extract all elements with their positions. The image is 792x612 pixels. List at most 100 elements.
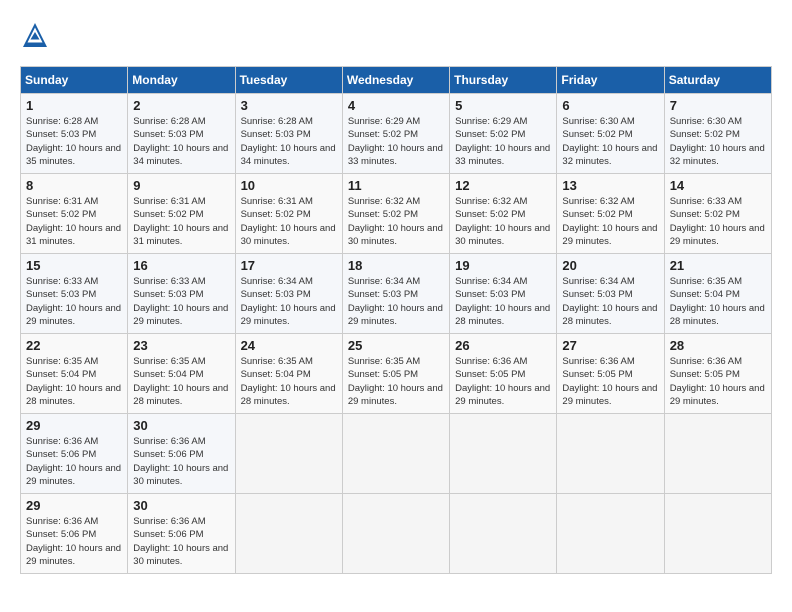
calendar-cell-1-4: 12 Sunrise: 6:32 AMSunset: 5:02 PMDayligh… xyxy=(450,174,557,254)
day-info: Sunrise: 6:35 AMSunset: 5:04 PMDaylight:… xyxy=(133,355,229,408)
day-info: Sunrise: 6:31 AMSunset: 5:02 PMDaylight:… xyxy=(241,195,337,248)
day-info: Sunrise: 6:28 AMSunset: 5:03 PMDaylight:… xyxy=(26,115,122,168)
day-info: Sunrise: 6:32 AMSunset: 5:02 PMDaylight:… xyxy=(455,195,551,248)
calendar-cell-5-0: 29 Sunrise: 6:36 AMSunset: 5:06 PMDayligh… xyxy=(21,494,128,574)
calendar-cell-3-5: 27 Sunrise: 6:36 AMSunset: 5:05 PMDayligh… xyxy=(557,334,664,414)
day-number: 17 xyxy=(241,258,337,273)
calendar-row-0: 1 Sunrise: 6:28 AMSunset: 5:03 PMDaylight… xyxy=(21,94,772,174)
day-number: 2 xyxy=(133,98,229,113)
calendar-cell-1-1: 9Sunrise: 6:31 AMSunset: 5:02 PMDaylight… xyxy=(128,174,235,254)
day-number: 24 xyxy=(241,338,337,353)
day-number: 16 xyxy=(133,258,229,273)
calendar-row-5: 29 Sunrise: 6:36 AMSunset: 5:06 PMDayligh… xyxy=(21,494,772,574)
day-info: Sunrise: 6:36 AMSunset: 5:06 PMDaylight:… xyxy=(133,515,229,568)
day-info: Sunrise: 6:34 AMSunset: 5:03 PMDaylight:… xyxy=(241,275,337,328)
calendar-cell-3-4: 26 Sunrise: 6:36 AMSunset: 5:05 PMDayligh… xyxy=(450,334,557,414)
day-number: 19 xyxy=(455,258,551,273)
calendar-cell-2-1: 16 Sunrise: 6:33 AMSunset: 5:03 PMDayligh… xyxy=(128,254,235,334)
col-header-sunday: Sunday xyxy=(21,67,128,94)
calendar-cell-0-5: 6Sunrise: 6:30 AMSunset: 5:02 PMDaylight… xyxy=(557,94,664,174)
calendar-row-1: 8Sunrise: 6:31 AMSunset: 5:02 PMDaylight… xyxy=(21,174,772,254)
calendar-cell-0-6: 7 Sunrise: 6:30 AMSunset: 5:02 PMDaylight… xyxy=(664,94,771,174)
calendar-cell-3-3: 25 Sunrise: 6:35 AMSunset: 5:05 PMDayligh… xyxy=(342,334,449,414)
calendar-cell-5-1: 30 Sunrise: 6:36 AMSunset: 5:06 PMDayligh… xyxy=(128,494,235,574)
day-number: 26 xyxy=(455,338,551,353)
day-number: 15 xyxy=(26,258,122,273)
calendar-cell-1-2: 10 Sunrise: 6:31 AMSunset: 5:02 PMDayligh… xyxy=(235,174,342,254)
col-header-thursday: Thursday xyxy=(450,67,557,94)
day-number: 30 xyxy=(133,498,229,513)
day-number: 29 xyxy=(26,498,122,513)
calendar-cell-2-0: 15 Sunrise: 6:33 AMSunset: 5:03 PMDayligh… xyxy=(21,254,128,334)
calendar-cell-5-6 xyxy=(664,494,771,574)
day-info: Sunrise: 6:30 AMSunset: 5:02 PMDaylight:… xyxy=(670,115,766,168)
day-info: Sunrise: 6:35 AMSunset: 5:04 PMDaylight:… xyxy=(670,275,766,328)
day-number: 28 xyxy=(670,338,766,353)
calendar-cell-5-3 xyxy=(342,494,449,574)
logo-icon xyxy=(20,20,50,50)
day-info: Sunrise: 6:31 AMSunset: 5:02 PMDaylight:… xyxy=(26,195,122,248)
calendar-cell-4-0: 29 Sunrise: 6:36 AMSunset: 5:06 PMDayligh… xyxy=(21,414,128,494)
calendar-cell-0-0: 1 Sunrise: 6:28 AMSunset: 5:03 PMDaylight… xyxy=(21,94,128,174)
day-number: 11 xyxy=(348,178,444,193)
day-info: Sunrise: 6:35 AMSunset: 5:05 PMDaylight:… xyxy=(348,355,444,408)
day-info: Sunrise: 6:35 AMSunset: 5:04 PMDaylight:… xyxy=(26,355,122,408)
day-number: 21 xyxy=(670,258,766,273)
day-number: 23 xyxy=(133,338,229,353)
day-info: Sunrise: 6:32 AMSunset: 5:02 PMDaylight:… xyxy=(348,195,444,248)
calendar-cell-5-4 xyxy=(450,494,557,574)
day-number: 4 xyxy=(348,98,444,113)
calendar-cell-5-2 xyxy=(235,494,342,574)
calendar-table: SundayMondayTuesdayWednesdayThursdayFrid… xyxy=(20,66,772,574)
day-info: Sunrise: 6:36 AMSunset: 5:05 PMDaylight:… xyxy=(455,355,551,408)
calendar-cell-4-6 xyxy=(664,414,771,494)
day-number: 7 xyxy=(670,98,766,113)
day-info: Sunrise: 6:28 AMSunset: 5:03 PMDaylight:… xyxy=(133,115,229,168)
calendar-cell-0-4: 5 Sunrise: 6:29 AMSunset: 5:02 PMDaylight… xyxy=(450,94,557,174)
day-info: Sunrise: 6:36 AMSunset: 5:06 PMDaylight:… xyxy=(26,515,122,568)
col-header-tuesday: Tuesday xyxy=(235,67,342,94)
day-number: 25 xyxy=(348,338,444,353)
day-number: 13 xyxy=(562,178,658,193)
day-number: 5 xyxy=(455,98,551,113)
logo xyxy=(20,20,54,50)
day-info: Sunrise: 6:36 AMSunset: 5:06 PMDaylight:… xyxy=(26,435,122,488)
day-info: Sunrise: 6:29 AMSunset: 5:02 PMDaylight:… xyxy=(348,115,444,168)
day-number: 22 xyxy=(26,338,122,353)
day-info: Sunrise: 6:33 AMSunset: 5:03 PMDaylight:… xyxy=(26,275,122,328)
day-number: 10 xyxy=(241,178,337,193)
day-number: 1 xyxy=(26,98,122,113)
day-number: 30 xyxy=(133,418,229,433)
day-number: 29 xyxy=(26,418,122,433)
calendar-cell-5-5 xyxy=(557,494,664,574)
day-info: Sunrise: 6:36 AMSunset: 5:05 PMDaylight:… xyxy=(670,355,766,408)
calendar-cell-1-3: 11 Sunrise: 6:32 AMSunset: 5:02 PMDayligh… xyxy=(342,174,449,254)
calendar-cell-1-6: 14 Sunrise: 6:33 AMSunset: 5:02 PMDayligh… xyxy=(664,174,771,254)
calendar-cell-0-1: 2 Sunrise: 6:28 AMSunset: 5:03 PMDaylight… xyxy=(128,94,235,174)
day-info: Sunrise: 6:36 AMSunset: 5:05 PMDaylight:… xyxy=(562,355,658,408)
calendar-cell-1-5: 13 Sunrise: 6:32 AMSunset: 5:02 PMDayligh… xyxy=(557,174,664,254)
col-header-saturday: Saturday xyxy=(664,67,771,94)
day-number: 12 xyxy=(455,178,551,193)
day-info: Sunrise: 6:33 AMSunset: 5:03 PMDaylight:… xyxy=(133,275,229,328)
header-row: SundayMondayTuesdayWednesdayThursdayFrid… xyxy=(21,67,772,94)
calendar-cell-3-1: 23 Sunrise: 6:35 AMSunset: 5:04 PMDayligh… xyxy=(128,334,235,414)
calendar-cell-4-2 xyxy=(235,414,342,494)
day-info: Sunrise: 6:32 AMSunset: 5:02 PMDaylight:… xyxy=(562,195,658,248)
day-number: 27 xyxy=(562,338,658,353)
day-info: Sunrise: 6:30 AMSunset: 5:02 PMDaylight:… xyxy=(562,115,658,168)
calendar-cell-0-2: 3Sunrise: 6:28 AMSunset: 5:03 PMDaylight… xyxy=(235,94,342,174)
col-header-wednesday: Wednesday xyxy=(342,67,449,94)
calendar-cell-1-0: 8Sunrise: 6:31 AMSunset: 5:02 PMDaylight… xyxy=(21,174,128,254)
day-info: Sunrise: 6:34 AMSunset: 5:03 PMDaylight:… xyxy=(562,275,658,328)
calendar-cell-4-5 xyxy=(557,414,664,494)
day-info: Sunrise: 6:33 AMSunset: 5:02 PMDaylight:… xyxy=(670,195,766,248)
calendar-cell-4-1: 30Sunrise: 6:36 AMSunset: 5:06 PMDayligh… xyxy=(128,414,235,494)
col-header-friday: Friday xyxy=(557,67,664,94)
day-number: 3 xyxy=(241,98,337,113)
day-info: Sunrise: 6:29 AMSunset: 5:02 PMDaylight:… xyxy=(455,115,551,168)
day-number: 14 xyxy=(670,178,766,193)
calendar-row-3: 22 Sunrise: 6:35 AMSunset: 5:04 PMDayligh… xyxy=(21,334,772,414)
day-info: Sunrise: 6:34 AMSunset: 5:03 PMDaylight:… xyxy=(348,275,444,328)
calendar-cell-3-2: 24Sunrise: 6:35 AMSunset: 5:04 PMDayligh… xyxy=(235,334,342,414)
